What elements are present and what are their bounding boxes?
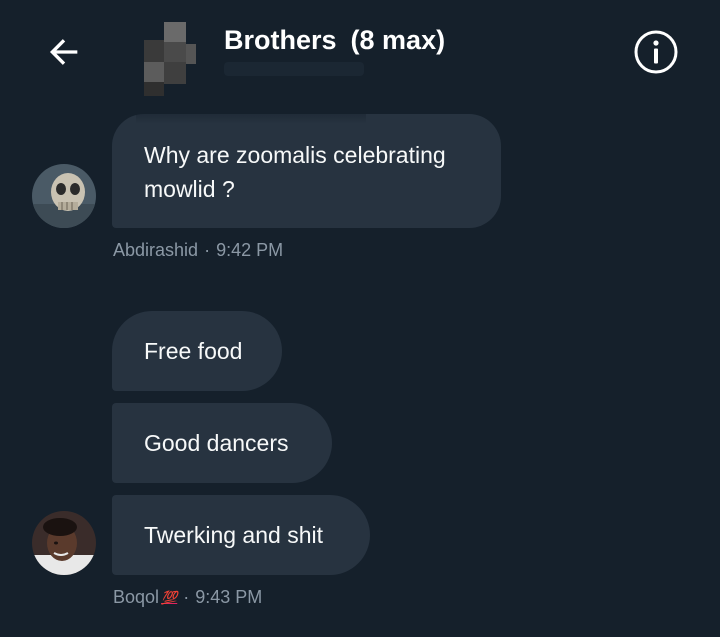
- message-time: 9:43 PM: [195, 587, 263, 607]
- message-text: Good dancers: [144, 430, 289, 456]
- message-meta-4: Boqol 💯 · 9:43 PM: [113, 587, 263, 607]
- message-meta-1: Abdirashid · 9:42 PM: [113, 240, 284, 260]
- blurred-subtitle: [224, 62, 364, 76]
- member-count: (8 max): [350, 24, 446, 55]
- group-avatar[interactable]: [144, 22, 196, 96]
- conversation-info-button[interactable]: [632, 28, 680, 76]
- sender-name: Boqol: [113, 587, 160, 607]
- message-bubble-1[interactable]: Why are zoomalis celebrating mowlid ?: [112, 114, 501, 228]
- sender-name: Abdirashid: [113, 240, 199, 260]
- group-name: Brothers: [224, 24, 337, 55]
- message-bubble-4[interactable]: Twerking and shit: [112, 495, 370, 575]
- message-time: 9:42 PM: [216, 240, 284, 260]
- avatar-boqol[interactable]: [32, 511, 96, 575]
- hundred-points-emoji: 💯: [161, 589, 178, 605]
- message-bubble-3[interactable]: Good dancers: [112, 403, 332, 483]
- message-bubble-2[interactable]: Free food: [112, 311, 282, 391]
- conversation-header: Brothers (8 max): [0, 0, 720, 100]
- message-text: Why are zoomalis celebrating mowlid ?: [144, 142, 446, 202]
- pixelated-group-image: [144, 22, 196, 96]
- conversation-title[interactable]: Brothers (8 max): [224, 22, 445, 58]
- scroll-fade: [136, 100, 366, 124]
- dm-conversation-screen: Brothers (8 max) Why are zoomalis celebr…: [0, 0, 720, 637]
- skull-avatar-image: [32, 164, 96, 228]
- avatar-abdirashid[interactable]: [32, 164, 96, 228]
- back-button[interactable]: [40, 30, 88, 74]
- message-text: Free food: [144, 338, 243, 364]
- arrow-left-icon: [49, 39, 78, 65]
- info-circle-icon: [634, 30, 678, 74]
- profile-photo-image: [32, 511, 96, 575]
- message-text: Twerking and shit: [144, 522, 323, 548]
